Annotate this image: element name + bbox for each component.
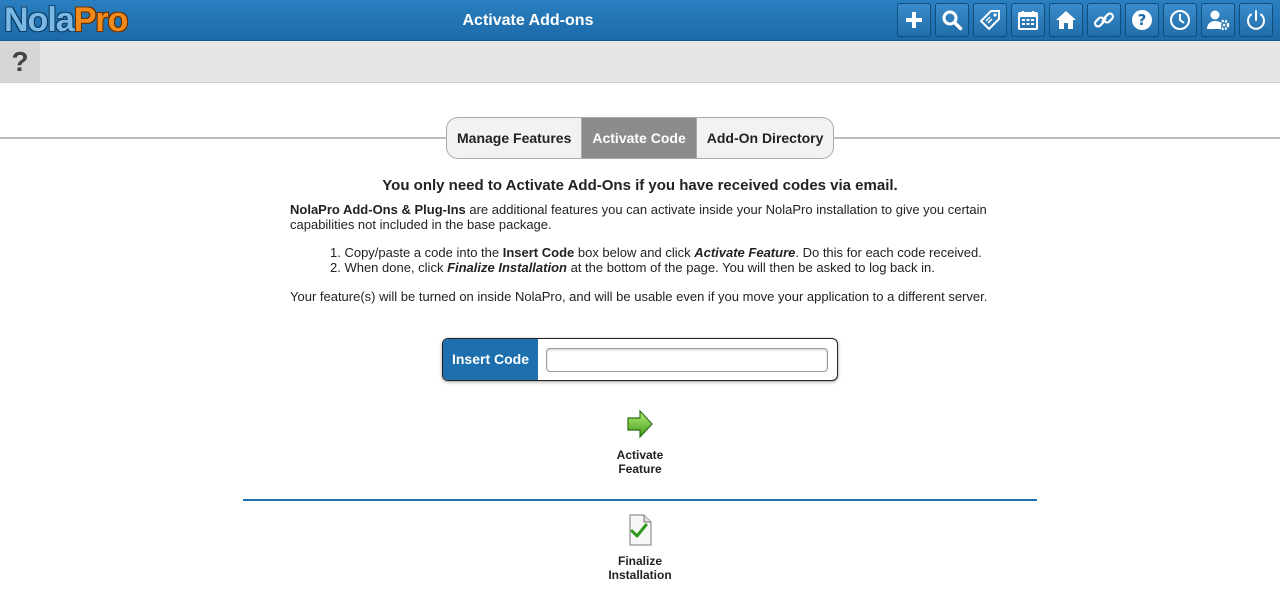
step1-text-a: 1. Copy/paste a code into the (330, 245, 503, 260)
clock-icon (1170, 10, 1190, 30)
list-item: 1. Copy/paste a code into the Insert Cod… (330, 245, 1010, 260)
activate-label-line2: Feature (618, 462, 662, 476)
link-button[interactable] (1087, 3, 1121, 37)
home-icon (1056, 11, 1076, 29)
instructions-list: 1. Copy/paste a code into the Insert Cod… (330, 245, 1010, 275)
finalize-label-line1: Finalize (617, 554, 662, 568)
help-button[interactable]: ? (1125, 3, 1159, 37)
arrow-right-icon (627, 409, 653, 439)
search-icon (942, 10, 963, 31)
calendar-button[interactable] (1011, 3, 1045, 37)
step2-text-a: 2. When done, click (330, 260, 448, 275)
document-check-icon (629, 514, 652, 546)
insert-code-box: Insert Code (442, 338, 838, 381)
list-item: 2. When done, click Finalize Installatio… (330, 260, 1010, 275)
user-settings-icon (1207, 10, 1230, 31)
top-bar: NolaPro Activate Add-ons ? (0, 0, 1280, 41)
add-button[interactable] (897, 3, 931, 37)
activate-feature-button[interactable]: Activate Feature (590, 408, 690, 476)
tab-add-on-directory[interactable]: Add-On Directory (696, 118, 834, 158)
insert-code-label: Insert Code (443, 339, 538, 380)
note-paragraph: Your feature(s) will be turned on inside… (290, 289, 988, 304)
intro-bold: NolaPro Add-Ons & Plug-Ins (290, 202, 466, 217)
tab-activate-code[interactable]: Activate Code (581, 118, 697, 158)
section-divider (243, 499, 1037, 501)
step2-text-b: Finalize Installation (447, 260, 567, 275)
step1-text-b: Insert Code (502, 245, 575, 260)
tab-manage-features[interactable]: Manage Features (447, 118, 582, 158)
tab-bar: Manage Features Activate Code Add-On Dir… (446, 117, 835, 159)
intro-paragraph: NolaPro Add-Ons & Plug-Ins are additiona… (290, 202, 990, 232)
insert-code-input[interactable] (546, 348, 828, 372)
step1-text-c: box below and click (574, 245, 695, 260)
step2-text-c: at the bottom of the page. You will then… (566, 260, 935, 275)
link-icon (1093, 12, 1115, 28)
tag-button[interactable] (973, 3, 1007, 37)
user-settings-button[interactable] (1201, 3, 1235, 37)
search-button[interactable] (935, 3, 969, 37)
power-icon (1247, 10, 1265, 30)
page-help-button[interactable]: ? (0, 41, 40, 82)
tag-icon (979, 10, 1000, 31)
activate-label-line1: Activate (616, 448, 664, 462)
svg-text:?: ? (1138, 11, 1147, 29)
help-icon: ? (1132, 10, 1152, 30)
history-button[interactable] (1163, 3, 1197, 37)
step1-text-d: Activate Feature (694, 245, 796, 260)
headline: You only need to Activate Add-Ons if you… (382, 177, 898, 194)
toolbar-icons: ? (897, 3, 1273, 37)
finalize-label-line2: Installation (608, 568, 672, 582)
logout-button[interactable] (1239, 3, 1273, 37)
plus-icon (906, 12, 922, 28)
home-button[interactable] (1049, 3, 1083, 37)
question-mark-icon: ? (11, 45, 29, 77)
sub-toolbar: ? (0, 41, 1280, 83)
calendar-icon (1018, 11, 1038, 30)
step1-text-e: . Do this for each code received. (795, 245, 982, 260)
finalize-installation-button[interactable]: Finalize Installation (590, 514, 690, 582)
